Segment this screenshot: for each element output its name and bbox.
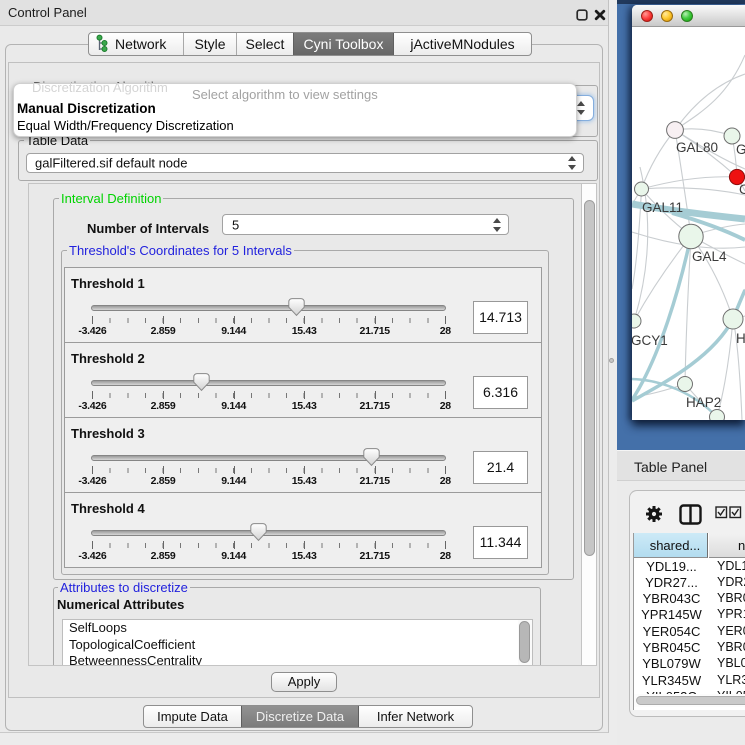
svg-text:GA: GA xyxy=(736,142,745,157)
svg-text:C: C xyxy=(739,182,745,197)
svg-text:GCY1: GCY1 xyxy=(632,333,668,348)
svg-text:GAL11: GAL11 xyxy=(642,200,683,215)
svg-text:H: H xyxy=(736,331,745,346)
svg-text:HAP2: HAP2 xyxy=(686,395,721,410)
svg-text:GAL4: GAL4 xyxy=(692,249,727,264)
svg-text:GAL80: GAL80 xyxy=(676,140,718,155)
